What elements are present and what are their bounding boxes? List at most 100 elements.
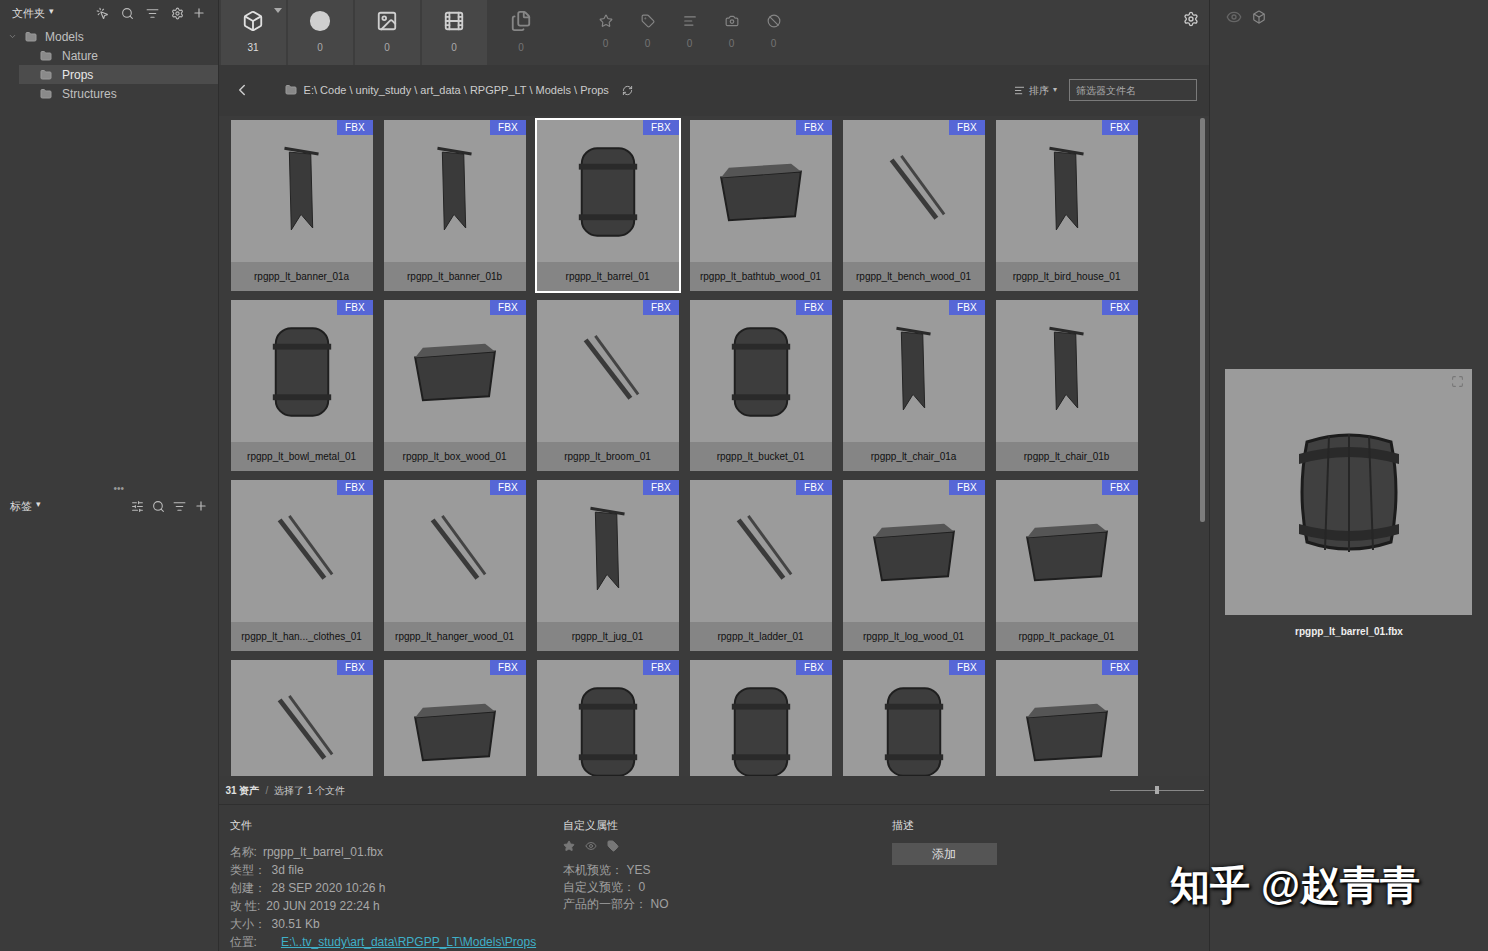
dropdown-arrow-icon[interactable] <box>274 8 282 13</box>
location-link[interactable]: E:\..tv_study\art_data\RPGPP_LT\Models\P… <box>281 933 536 951</box>
folder-icon <box>25 31 37 43</box>
filter-button[interactable]: 0 <box>754 0 794 65</box>
asset-thumbnail: FBX <box>231 300 373 442</box>
asset-card[interactable]: FBXrpgpp_lt_jug_01 <box>535 478 681 653</box>
gear-icon[interactable] <box>171 7 184 20</box>
asset-thumbnail: FBX <box>996 120 1138 262</box>
eye-icon[interactable] <box>585 840 597 852</box>
asset-thumbnail: FBX <box>690 660 832 776</box>
asset-card[interactable]: FBX <box>535 658 681 776</box>
file-field: 名称:rpgpp_lt_barrel_01.fbx <box>230 843 563 861</box>
add-icon[interactable] <box>192 6 206 20</box>
tree-item[interactable]: Props <box>19 65 218 84</box>
list-options-icon[interactable] <box>146 7 159 20</box>
asset-card[interactable]: FBX <box>229 658 375 776</box>
asset-card[interactable]: FBXrpgpp_lt_bird_house_01 <box>994 118 1140 293</box>
asset-card[interactable]: FBXrpgpp_lt_ladder_01 <box>688 478 834 653</box>
asset-card[interactable]: FBX <box>382 658 528 776</box>
tags-dropdown[interactable]: 标签▾ <box>10 498 41 515</box>
zoom-slider[interactable] <box>1110 785 1204 795</box>
settings-gear-icon[interactable] <box>1183 11 1199 27</box>
asset-card[interactable]: FBXrpgpp_lt_log_wood_01 <box>841 478 987 653</box>
asset-thumbnail: FBX <box>996 300 1138 442</box>
model-view-icon[interactable] <box>1252 10 1266 24</box>
asset-card[interactable]: FBXrpgpp_lt_bench_wood_01 <box>841 118 987 293</box>
asset-grid-area: FBXrpgpp_lt_banner_01aFBXrpgpp_lt_banner… <box>219 116 1209 776</box>
format-badge: FBX <box>643 660 678 675</box>
asset-card[interactable]: FBXrpgpp_lt_hanger_wood_01 <box>382 478 528 653</box>
type-toolbar: 31000000000 <box>219 0 1209 65</box>
expanded-arrow-icon[interactable] <box>8 32 17 41</box>
asset-card[interactable]: FBXrpgpp_lt_box_wood_01 <box>382 298 528 473</box>
asset-card[interactable]: FBXrpgpp_lt_bowl_metal_01 <box>229 298 375 473</box>
file-location: 位置:E:\..tv_study\art_data\RPGPP_LT\Model… <box>230 933 563 951</box>
asset-card[interactable]: FBXrpgpp_lt_broom_01 <box>535 298 681 473</box>
asset-thumbnail: FBX <box>231 660 373 776</box>
asset-card[interactable]: FBX <box>994 658 1140 776</box>
scrollbar[interactable] <box>1195 116 1209 776</box>
filter-button[interactable]: 0 <box>712 0 752 65</box>
asset-card[interactable]: FBXrpgpp_lt_chair_01b <box>994 298 1140 473</box>
asset-card[interactable]: FBXrpgpp_lt_bucket_01 <box>688 298 834 473</box>
folder-icon <box>40 88 52 100</box>
asset-thumbnail: FBX <box>537 300 679 442</box>
asset-card[interactable]: FBXrpgpp_lt_package_01 <box>994 478 1140 653</box>
scrollbar-thumb[interactable] <box>1200 118 1205 522</box>
tags-header: 标签▾ <box>0 493 218 519</box>
folder-icon <box>40 69 52 81</box>
tag-list-icon[interactable] <box>173 500 186 513</box>
type-icon <box>376 10 398 32</box>
tree-item[interactable]: Models <box>0 27 218 46</box>
asset-label: rpgpp_lt_bird_house_01 <box>996 262 1138 291</box>
star-icon[interactable] <box>563 840 575 852</box>
refresh-icon[interactable] <box>622 85 633 96</box>
model-thumbnail-icon <box>231 300 373 442</box>
type-tab[interactable]: 0 <box>489 0 554 65</box>
search-icon[interactable] <box>121 7 134 20</box>
type-tab[interactable]: 0 <box>355 0 420 65</box>
asset-card[interactable]: FBX <box>688 658 834 776</box>
file-field: 创建：28 SEP 2020 10:26 h <box>230 879 563 897</box>
folders-dropdown[interactable]: 文件夹▾ <box>12 5 54 22</box>
tag-icon[interactable] <box>607 840 619 852</box>
type-tab[interactable]: 0 <box>422 0 487 65</box>
pick-icon[interactable] <box>96 7 109 20</box>
model-thumbnail-icon <box>231 660 373 776</box>
add-description-button[interactable]: 添加 <box>892 843 997 865</box>
tag-tools-icon[interactable] <box>131 500 144 513</box>
custom-field: 本机预览：YES <box>563 862 892 879</box>
fullscreen-icon[interactable] <box>1451 375 1464 388</box>
back-icon[interactable] <box>233 81 251 99</box>
filter-icon <box>725 14 739 28</box>
filter-button[interactable]: 0 <box>670 0 710 65</box>
asset-card[interactable]: FBXrpgpp_lt_barrel_01 <box>535 118 681 293</box>
asset-card[interactable]: FBXrpgpp_lt_banner_01b <box>382 118 528 293</box>
tree-item[interactable]: Nature <box>0 46 218 65</box>
filter-icon <box>683 14 697 28</box>
model-thumbnail-icon <box>537 480 679 622</box>
model-thumbnail-icon <box>690 480 832 622</box>
asset-card[interactable]: FBXrpgpp_lt_banner_01a <box>229 118 375 293</box>
tag-search-icon[interactable] <box>152 500 165 513</box>
filter-input[interactable] <box>1069 79 1197 101</box>
asset-card[interactable]: FBXrpgpp_lt_bathtub_wood_01 <box>688 118 834 293</box>
asset-card[interactable]: FBXrpgpp_lt_han..._clothes_01 <box>229 478 375 653</box>
sort-button[interactable]: 排序▾ <box>1014 83 1057 98</box>
type-tab[interactable]: 0 <box>288 0 353 65</box>
tag-add-icon[interactable] <box>194 499 208 513</box>
format-badge: FBX <box>949 120 984 135</box>
format-badge: FBX <box>643 480 678 495</box>
asset-card[interactable]: FBX <box>841 658 987 776</box>
asset-thumbnail: FBX <box>843 300 985 442</box>
zoom-slider-thumb[interactable] <box>1155 786 1159 794</box>
model-thumbnail-icon <box>996 660 1138 776</box>
asset-thumbnail: FBX <box>843 120 985 262</box>
description: 描述添加 <box>892 817 1209 951</box>
asset-card[interactable]: FBXrpgpp_lt_chair_01a <box>841 298 987 473</box>
panel-splitter[interactable]: ••• <box>0 485 218 493</box>
visibility-icon[interactable] <box>1226 9 1242 25</box>
filter-button[interactable]: 0 <box>586 0 626 65</box>
tree-item[interactable]: Structures <box>0 84 218 103</box>
type-tab[interactable]: 31 <box>221 0 286 65</box>
filter-button[interactable]: 0 <box>628 0 668 65</box>
